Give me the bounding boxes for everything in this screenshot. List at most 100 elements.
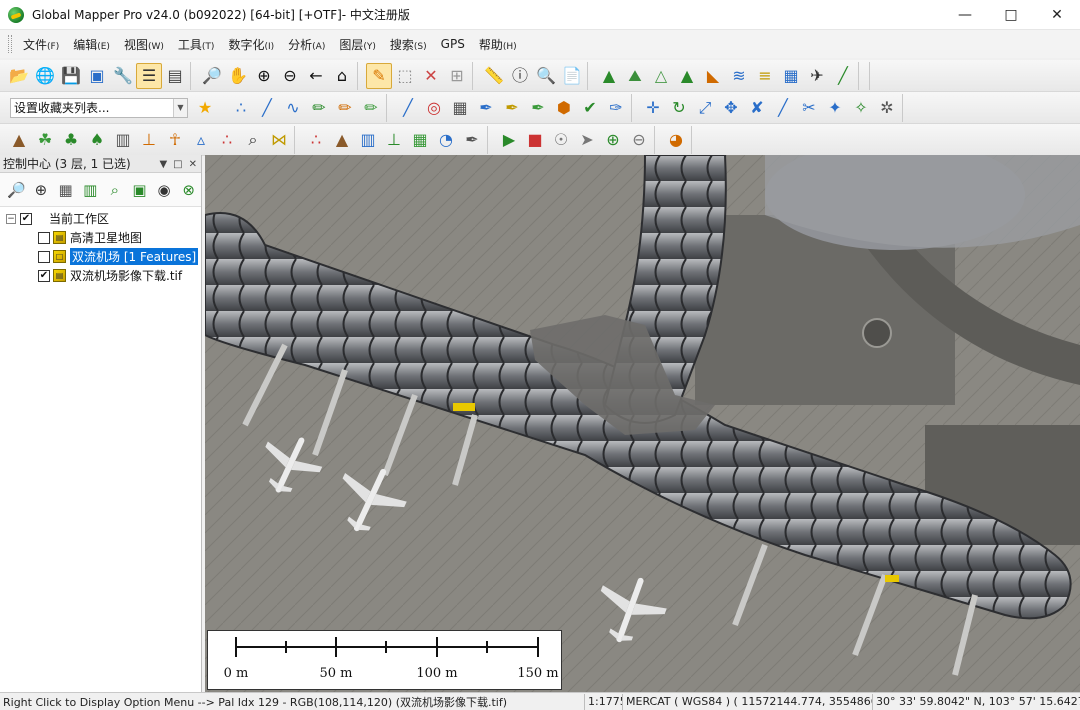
save-icon[interactable]: 💾 — [58, 63, 84, 89]
gps-track-icon[interactable]: ✧ — [848, 95, 874, 121]
cut-icon[interactable]: ⋈ — [266, 127, 292, 153]
zoom-box-icon[interactable]: 🔎 — [199, 63, 225, 89]
back-arrow-icon[interactable]: ← — [303, 63, 329, 89]
zoom-out-icon[interactable]: ⊖ — [277, 63, 303, 89]
check-edit-icon[interactable]: ✔ — [577, 95, 603, 121]
control-center-icon[interactable]: ☰ — [136, 62, 162, 89]
overview-map-icon[interactable]: ▤ — [162, 63, 188, 89]
panel-close-icon[interactable]: ✕ — [189, 159, 197, 170]
find-file-icon[interactable]: 🔍 — [533, 63, 559, 89]
edit-line-icon[interactable]: ╱ — [395, 95, 421, 121]
star-icon[interactable]: ★ — [192, 95, 218, 121]
lidar-pole-icon[interactable]: ⊥ — [381, 127, 407, 153]
connect-icon[interactable]: ╱ — [770, 95, 796, 121]
pole-icon[interactable]: ⊥ — [136, 127, 162, 153]
tower-icon[interactable]: ☥ — [162, 127, 188, 153]
lidar-globe-icon[interactable]: ◔ — [433, 127, 459, 153]
measure-icon[interactable]: 📏 — [481, 63, 507, 89]
close-button[interactable]: ✕ — [1034, 0, 1080, 30]
menu-digitize[interactable]: 数字化(I) — [221, 36, 281, 53]
chevron-down-icon[interactable]: ▼ — [173, 98, 187, 117]
terrain-mountain-icon[interactable]: ▲ — [6, 127, 32, 153]
lidar-terrain-icon[interactable]: ▲ — [329, 127, 355, 153]
draw-curve-icon[interactable]: ∿ — [280, 95, 306, 121]
mountain-icon[interactable]: ⛰ — [622, 63, 648, 89]
point-line-icon[interactable]: ∴ — [228, 95, 254, 121]
full-extent-icon[interactable]: ⊕ — [29, 176, 54, 204]
peak-icon[interactable]: ▲ — [674, 63, 700, 89]
menu-tools[interactable]: 工具(T) — [171, 36, 222, 53]
vertex-edit-icon[interactable]: ✑ — [603, 95, 629, 121]
layer-checkbox[interactable]: ✔ — [38, 269, 50, 282]
shapes-icon[interactable]: ⬢ — [551, 95, 577, 121]
menu-edit[interactable]: 编辑(E) — [66, 36, 117, 53]
pie-chart-icon[interactable]: ◕ — [663, 127, 689, 153]
visibility-eye-icon[interactable]: ◉ — [152, 176, 177, 204]
tree-icon[interactable]: ♣ — [58, 127, 84, 153]
contour-icon[interactable]: △ — [648, 63, 674, 89]
menu-gps[interactable]: GPS — [434, 37, 472, 51]
attribute-table-icon[interactable]: ▦ — [53, 176, 78, 204]
select-box-icon[interactable]: ⬚ — [392, 63, 418, 89]
grid-edit-icon[interactable]: ▦ — [447, 95, 473, 121]
draw-area-icon[interactable]: ✏ — [332, 95, 358, 121]
dropper-icon[interactable]: ✒ — [473, 95, 499, 121]
stop-icon[interactable]: ■ — [522, 127, 548, 153]
layer-checkbox[interactable] — [38, 250, 50, 263]
digitize-pencil-icon[interactable]: ✎ — [366, 62, 392, 89]
grid-icon[interactable]: ⊞ — [444, 63, 470, 89]
menu-search[interactable]: 搜索(S) — [383, 36, 434, 53]
slow-turtle-icon[interactable]: ☉ — [548, 127, 574, 153]
close-layer-icon[interactable]: ⊗ — [176, 176, 201, 204]
raster-icon[interactable]: ▦ — [778, 63, 804, 89]
wrench-icon[interactable]: 🔧 — [110, 63, 136, 89]
maximize-button[interactable]: □ — [988, 0, 1034, 30]
lidar-brush-icon[interactable]: ✒ — [459, 127, 485, 153]
info-icon[interactable]: ⓘ — [507, 63, 533, 89]
collapse-icon[interactable]: − — [6, 213, 16, 224]
draw-point-icon[interactable]: ✏ — [358, 95, 384, 121]
remove-point-icon[interactable]: ⊖ — [626, 127, 652, 153]
target-icon[interactable]: ◎ — [421, 95, 447, 121]
points-icon[interactable]: ∴ — [214, 127, 240, 153]
fast-rabbit-icon[interactable]: ➤ — [574, 127, 600, 153]
favorites-select[interactable]: 设置收藏夹列表... ▼ — [10, 97, 188, 118]
rotate-icon[interactable]: ↻ — [666, 95, 692, 121]
layer-options-icon[interactable]: ▥ — [78, 176, 103, 204]
layer-row-satellite[interactable]: ▤ 高清卫星地图 — [0, 228, 201, 247]
menu-file[interactable]: 文件(F) — [16, 36, 66, 53]
snap-icon[interactable]: ✂ — [796, 95, 822, 121]
workspace-icon[interactable]: ▣ — [84, 63, 110, 89]
play-icon[interactable]: ▶ — [496, 127, 522, 153]
tree-round-icon[interactable]: ♠ — [84, 127, 110, 153]
add-point-icon[interactable]: ⊕ — [600, 127, 626, 153]
script-icon[interactable]: 📄 — [559, 63, 585, 89]
viewshed-icon[interactable]: ◣ — [700, 63, 726, 89]
panel-dropdown-icon[interactable]: ▼ — [159, 159, 167, 170]
layer-row-tif[interactable]: ✔ ▤ 双流机场影像下载.tif — [0, 266, 201, 285]
split-icon[interactable]: ✘ — [744, 95, 770, 121]
panel-float-icon[interactable]: □ — [173, 159, 182, 170]
menu-view[interactable]: 视图(W) — [117, 36, 171, 53]
layer-row-airport[interactable]: □ 双流机场 [1 Features] — [0, 247, 201, 266]
zoom-to-layer-icon[interactable]: 🔎 — [4, 176, 29, 204]
scale-icon[interactable]: ⤢ — [692, 95, 718, 121]
brush-icon[interactable]: ✒ — [499, 95, 525, 121]
draw-polyline-icon[interactable]: ✏ — [306, 95, 332, 121]
workspace-root-row[interactable]: − ✔ 当前工作区 — [0, 209, 201, 228]
satellite-icon[interactable]: ✲ — [874, 95, 900, 121]
open-folder-icon[interactable]: 📂 — [6, 63, 32, 89]
move-icon[interactable]: ✛ — [640, 95, 666, 121]
building-icon[interactable]: ▥ — [110, 127, 136, 153]
zoom-in-icon[interactable]: ⊕ — [251, 63, 277, 89]
layer-search-icon[interactable]: ⌕ — [103, 176, 128, 204]
draw-line-icon[interactable]: ╱ — [254, 95, 280, 121]
terrain-icon[interactable]: ▲ — [596, 63, 622, 89]
path-profile-icon[interactable]: ╱ — [830, 63, 856, 89]
lidar-points-icon[interactable]: ∴ — [303, 127, 329, 153]
search-tool-icon[interactable]: ⌕ — [240, 127, 266, 153]
grass-icon[interactable]: ☘ — [32, 127, 58, 153]
paint-icon[interactable]: ✒ — [525, 95, 551, 121]
pan-hand-icon[interactable]: ✋ — [225, 63, 251, 89]
water-drop-icon[interactable]: ▵ — [188, 127, 214, 153]
